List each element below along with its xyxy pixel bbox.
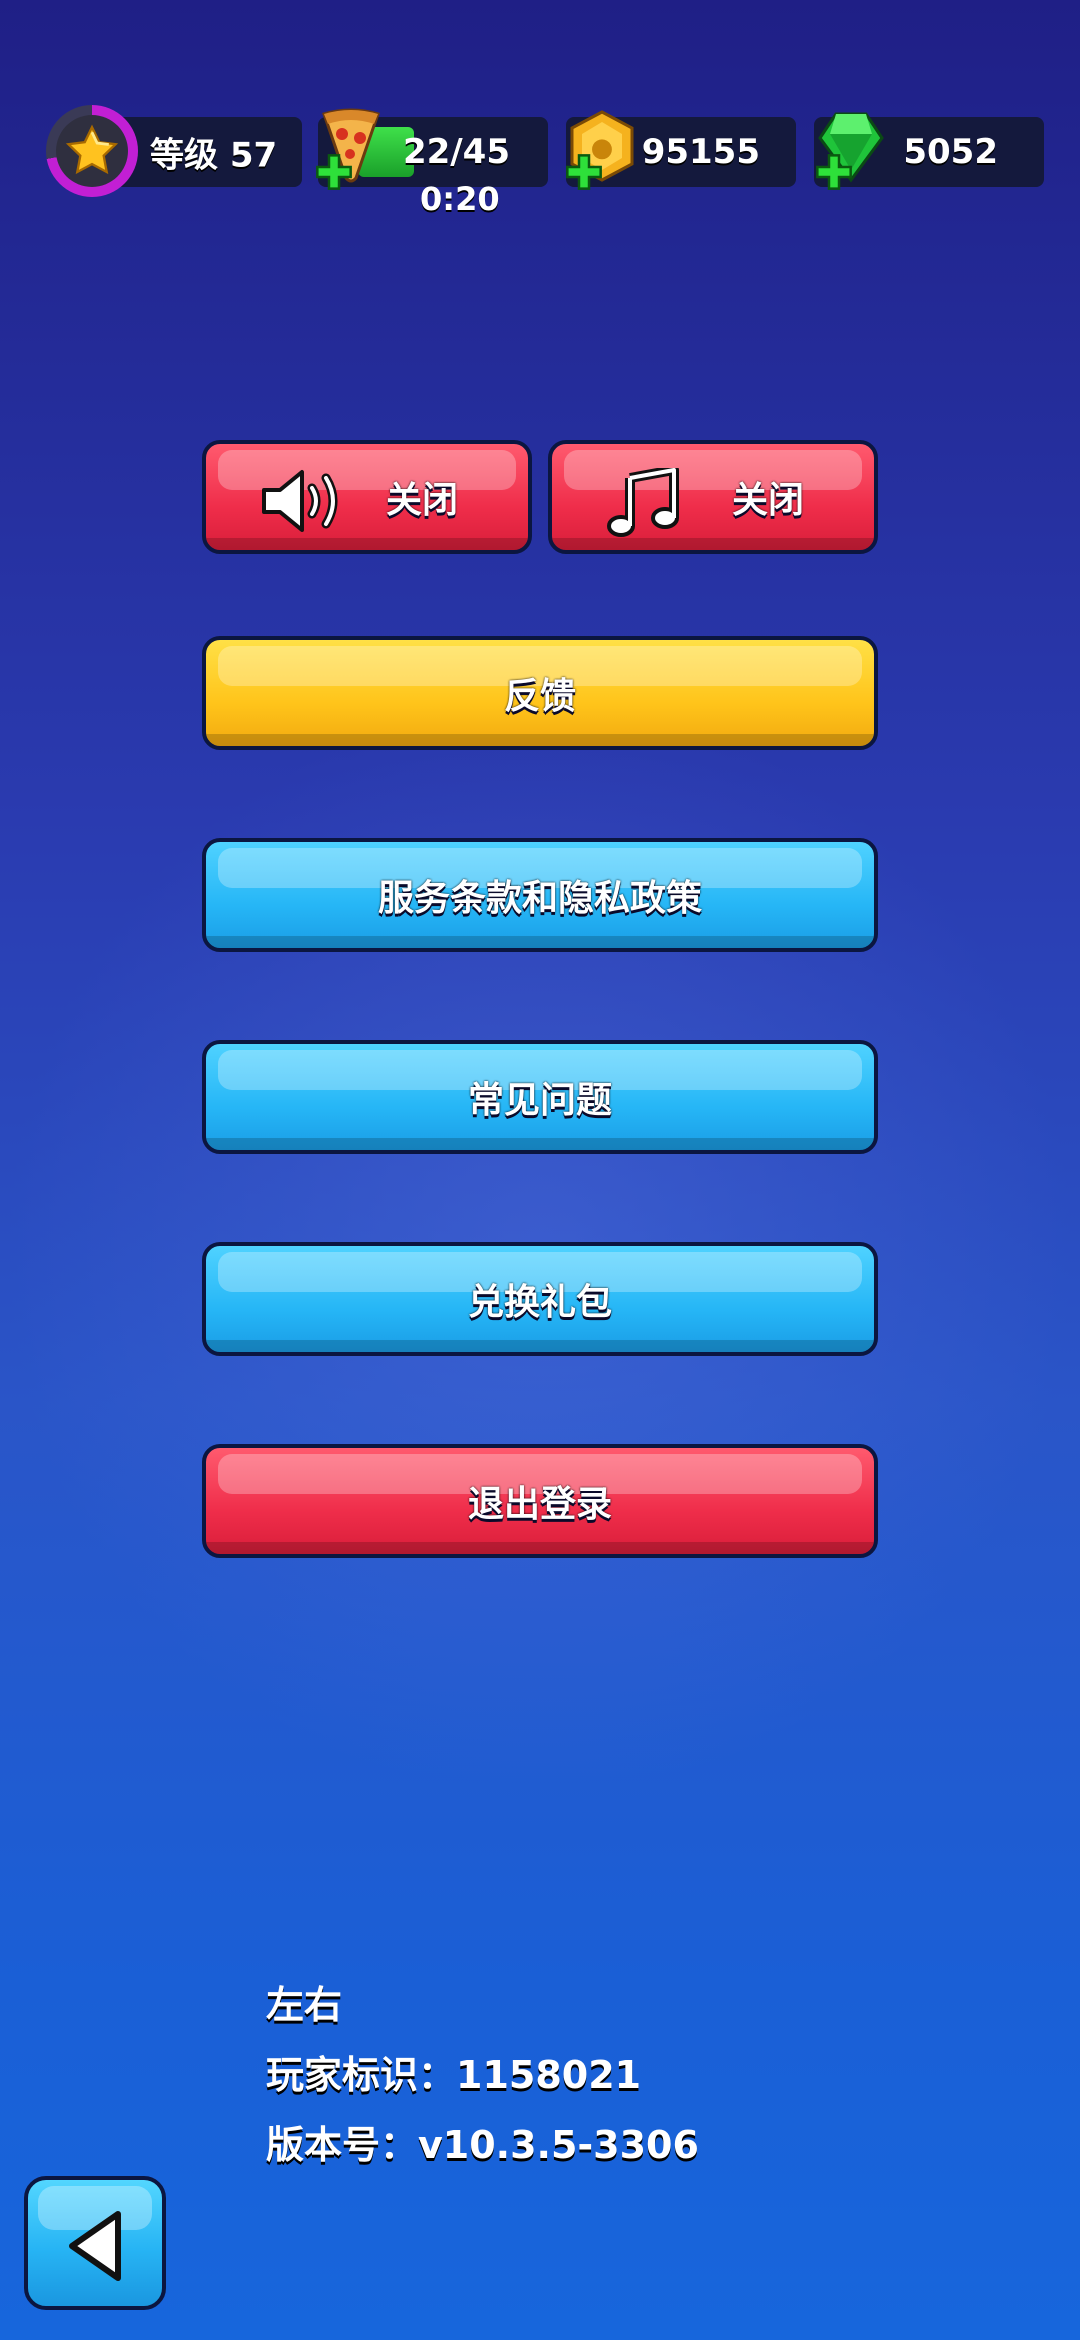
logout-button[interactable]: 退出登录 (202, 1444, 878, 1558)
player-id: 玩家标识：1158021 (266, 2053, 642, 2097)
level-badge[interactable] (46, 105, 138, 197)
coin-value: 95155 (641, 132, 760, 172)
logout-label: 退出登录 (467, 1484, 612, 1525)
feedback-button[interactable]: 反馈 (202, 636, 878, 750)
plus-icon (816, 154, 852, 190)
faq-button[interactable]: 常见问题 (202, 1040, 878, 1154)
energy-icon-wrap[interactable] (316, 108, 396, 190)
terms-privacy-label: 服务条款和隐私政策 (377, 878, 702, 919)
coin-icon-wrap[interactable]: ● (566, 108, 646, 190)
sound-label: 关闭 (386, 480, 459, 521)
faq-label: 常见问题 (467, 1080, 612, 1121)
music-toggle-button[interactable]: 关闭 (548, 440, 878, 554)
terms-privacy-button[interactable]: 服务条款和隐私政策 (202, 838, 878, 952)
speaker-icon (262, 470, 338, 532)
plus-icon (316, 154, 352, 190)
star-icon (65, 124, 119, 175)
level-label: 等级 57 (150, 135, 278, 176)
music-label: 关闭 (732, 480, 805, 521)
resource-bar: 等级 57 22/45 95155 5052 (0, 105, 1080, 235)
energy-value: 22/45 (402, 132, 510, 172)
sound-toggle-button[interactable]: 关闭 (202, 440, 532, 554)
energy-timer: 0:20 (420, 180, 500, 218)
gem-value: 5052 (903, 132, 998, 172)
redeem-gift-label: 兑换礼包 (467, 1282, 612, 1323)
gem-icon-wrap[interactable] (816, 108, 896, 190)
back-button[interactable] (24, 2176, 166, 2310)
version-number: 版本号：v10.3.5-3306 (266, 2123, 699, 2167)
music-note-icon (607, 468, 679, 537)
feedback-label: 反馈 (503, 676, 576, 717)
redeem-gift-button[interactable]: 兑换礼包 (202, 1242, 878, 1356)
plus-icon (566, 154, 602, 190)
player-name: 左右 (266, 1983, 343, 2027)
back-arrow-icon (69, 2211, 121, 2281)
